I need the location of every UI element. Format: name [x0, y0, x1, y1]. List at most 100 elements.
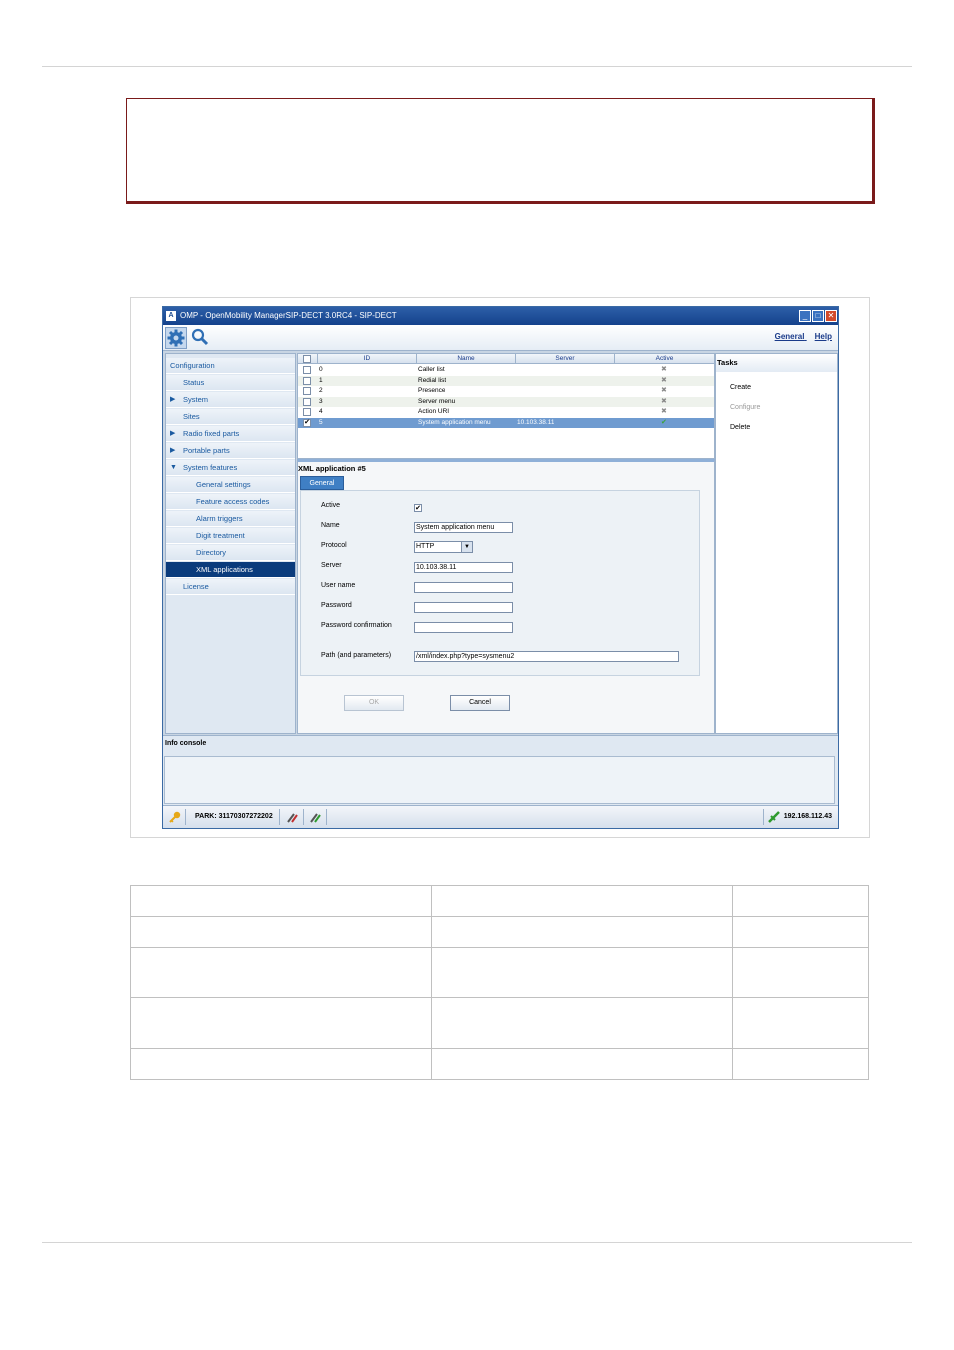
sidebar-item-radio-fixed-parts[interactable]: ▶ Radio fixed parts [166, 426, 295, 442]
protocol-label: Protocol [321, 542, 347, 549]
grid-row-line [131, 1048, 868, 1049]
password-confirmation-label: Password confirmation [321, 622, 392, 629]
inactive-icon: ✖ [661, 408, 667, 415]
general-link[interactable]: General [775, 332, 805, 341]
chevron-down-icon[interactable]: ▼ [461, 542, 472, 552]
sidebar-item-status[interactable]: Status [166, 375, 295, 391]
sidebar: Configuration Status ▶ System Sites ▶ Radi… [165, 353, 296, 734]
search-tool-button[interactable] [190, 327, 212, 349]
sidebar-item-license[interactable]: License [166, 579, 295, 595]
path-input[interactable]: /xml/index.php?type=sysmenu2 [414, 651, 679, 662]
close-button[interactable]: ✕ [825, 310, 837, 322]
delete-task[interactable]: Delete [730, 424, 750, 431]
minimize-button[interactable]: _ [799, 310, 811, 322]
connection-tool-icon[interactable] [308, 810, 322, 824]
radio-tool-icon[interactable] [285, 810, 299, 824]
sidebar-item-system-features[interactable]: ▼ System features [166, 460, 295, 476]
window-title: OMP - OpenMobility ManagerSIP-DECT 3.0RC… [180, 311, 397, 320]
cell-name: System application menu [418, 418, 491, 426]
note-box [126, 98, 875, 204]
username-input[interactable] [414, 582, 513, 593]
sidebar-item-configuration[interactable]: Configuration [166, 358, 295, 374]
row-checkbox-checked[interactable]: ✔ [303, 418, 311, 427]
active-label: Active [321, 502, 341, 509]
table-row[interactable]: 1 Redial list ✖ [298, 375, 714, 386]
table-row[interactable]: 2 Presence ✖ [298, 386, 714, 397]
cell-name: Presence [418, 387, 446, 394]
header-name[interactable]: Name [417, 354, 516, 364]
cell-server: 10.103.38.11 [517, 418, 555, 426]
row-checkbox[interactable] [303, 408, 311, 416]
status-separator [326, 809, 327, 825]
omp-window: A OMP - OpenMobility ManagerSIP-DECT 3.0… [162, 306, 839, 829]
protocol-select[interactable]: HTTP ▼ [414, 541, 473, 553]
cell-name: Caller list [418, 366, 445, 373]
info-console: Info console [163, 735, 838, 805]
cell-id: 5 [319, 418, 323, 426]
detail-title: XML application #5 [298, 464, 366, 473]
row-checkbox[interactable] [303, 397, 311, 406]
row-checkbox[interactable] [303, 366, 311, 374]
cell-id: 2 [319, 387, 323, 394]
cell-name: Redial list [418, 376, 447, 384]
sidebar-item-sites[interactable]: Sites [166, 409, 295, 425]
create-task[interactable]: Create [730, 384, 751, 391]
grid-row-line [131, 947, 868, 948]
status-separator [279, 809, 280, 825]
table-row-selected[interactable]: ✔ 5 System application menu 10.103.38.11… [298, 417, 714, 428]
park-number: PARK: 31170307272202 [195, 813, 273, 820]
status-separator [185, 809, 186, 825]
header-active[interactable]: Active [615, 354, 714, 364]
table-row[interactable]: 0 Caller list ✖ [298, 365, 714, 376]
ip-address: 192.168.112.43 [783, 813, 832, 820]
title-bar[interactable]: A OMP - OpenMobility ManagerSIP-DECT 3.0… [163, 307, 838, 325]
inactive-icon: ✖ [661, 366, 667, 373]
server-input[interactable]: 10.103.38.11 [414, 562, 513, 573]
sidebar-item-digit-treatment[interactable]: Digit treatment [166, 528, 295, 544]
row-checkbox[interactable] [303, 376, 311, 385]
sidebar-item-label: Portable parts [183, 446, 230, 455]
password-input[interactable] [414, 602, 513, 613]
collapse-arrow-icon: ▼ [170, 464, 177, 471]
cell-id: 4 [319, 408, 323, 415]
tasks-title: Tasks [716, 354, 837, 372]
lower-table-grid [130, 885, 869, 1080]
bottom-rule [42, 1242, 912, 1243]
name-label: Name [321, 522, 340, 529]
sidebar-item-directory[interactable]: Directory [166, 545, 295, 561]
info-console-area[interactable] [164, 756, 835, 804]
inactive-icon: ✖ [661, 387, 667, 394]
select-all-checkbox[interactable] [303, 355, 311, 363]
cancel-button[interactable]: Cancel [450, 695, 510, 711]
sidebar-item-feature-access-codes[interactable]: Feature access codes [166, 494, 295, 510]
xml-application-form: Active ✔ Name System application menu Pr… [300, 490, 700, 676]
sidebar-item-alarm-triggers[interactable]: Alarm triggers [166, 511, 295, 527]
password-confirmation-input[interactable] [414, 622, 513, 633]
expand-arrow-icon: ▶ [170, 430, 176, 437]
name-input[interactable]: System application menu [414, 522, 513, 533]
sidebar-item-general-settings[interactable]: General settings [166, 477, 295, 493]
detail-panel: XML application #5 General Active ✔ Name… [297, 459, 715, 734]
sidebar-item-xml-applications[interactable]: XML applications [166, 562, 295, 578]
sidebar-item-label: Radio fixed parts [183, 429, 240, 438]
header-select-all[interactable] [298, 354, 318, 364]
sidebar-item-portable-parts[interactable]: ▶ Portable parts [166, 443, 295, 459]
active-checkbox[interactable]: ✔ [414, 504, 422, 512]
key-icon[interactable] [168, 810, 182, 824]
row-checkbox[interactable] [303, 387, 311, 395]
header-id[interactable]: ID [318, 354, 417, 364]
configuration-tool-button[interactable] [165, 327, 187, 349]
active-icon: ✔ [661, 418, 667, 426]
network-connected-icon [768, 811, 780, 823]
cell-id: 1 [319, 376, 323, 384]
tab-general[interactable]: General [300, 476, 344, 490]
grid-column-line [732, 886, 733, 1079]
table-row[interactable]: 4 Action URI ✖ [298, 407, 714, 418]
sidebar-item-label: System [183, 395, 209, 404]
help-link[interactable]: Help [815, 332, 832, 341]
maximize-button[interactable]: □ [812, 310, 824, 322]
top-rule [42, 66, 912, 67]
table-row[interactable]: 3 Server menu ✖ [298, 396, 714, 407]
header-server[interactable]: Server [516, 354, 615, 364]
sidebar-item-system[interactable]: ▶ System [166, 392, 295, 408]
